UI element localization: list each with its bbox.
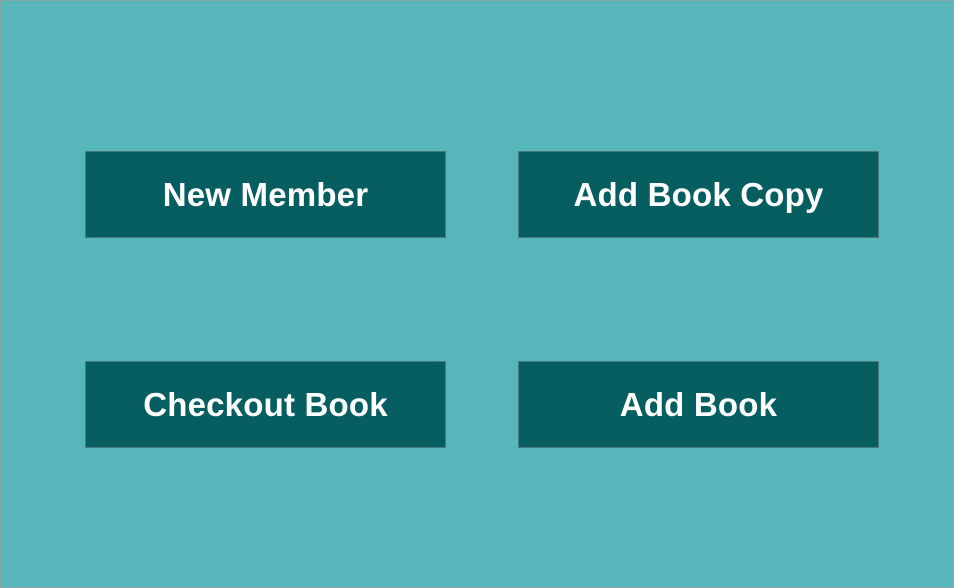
main-menu-panel: New Member Add Book Copy Checkout Book A… — [0, 0, 954, 588]
add-book-copy-button[interactable]: Add Book Copy — [518, 151, 879, 238]
add-book-button[interactable]: Add Book — [518, 361, 879, 448]
checkout-book-button[interactable]: Checkout Book — [85, 361, 446, 448]
new-member-button[interactable]: New Member — [85, 151, 446, 238]
